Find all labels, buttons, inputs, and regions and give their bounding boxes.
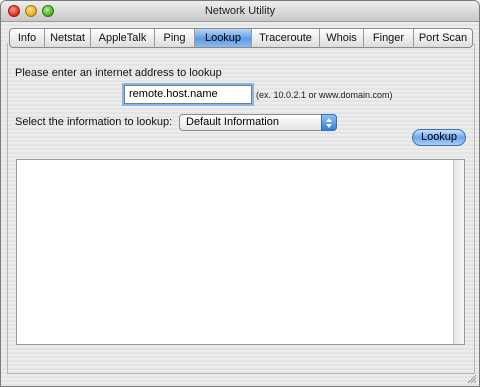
address-prompt-label: Please enter an internet address to look… bbox=[15, 67, 222, 79]
info-type-selected-value: Default Information bbox=[186, 116, 279, 128]
network-utility-window: Network Utility Info Netstat AppleTalk P… bbox=[0, 0, 480, 387]
tab-netstat[interactable]: Netstat bbox=[45, 29, 91, 47]
info-type-select[interactable]: Default Information bbox=[179, 114, 337, 131]
info-prompt-label: Select the information to lookup: bbox=[15, 116, 173, 128]
lookup-results-textarea[interactable] bbox=[16, 159, 465, 345]
tab-traceroute[interactable]: Traceroute bbox=[252, 29, 320, 47]
results-scrollbar[interactable] bbox=[453, 160, 464, 344]
window-title: Network Utility bbox=[204, 5, 276, 17]
tab-appletalk[interactable]: AppleTalk bbox=[91, 29, 155, 47]
tab-bar: Info Netstat AppleTalk Ping Lookup Trace… bbox=[9, 28, 473, 48]
tab-port-scan[interactable]: Port Scan bbox=[414, 29, 472, 47]
title-bar[interactable]: Network Utility bbox=[1, 1, 479, 22]
address-hint-label: (ex. 10.0.2.1 or www.domain.com) bbox=[256, 90, 393, 100]
address-input[interactable]: remote.host.name bbox=[124, 85, 252, 104]
popup-arrows-icon bbox=[321, 114, 337, 131]
tab-ping[interactable]: Ping bbox=[155, 29, 195, 47]
tab-lookup[interactable]: Lookup bbox=[195, 29, 252, 47]
tab-info[interactable]: Info bbox=[10, 29, 45, 47]
lookup-button[interactable]: Lookup bbox=[412, 129, 466, 146]
resize-grip-icon[interactable] bbox=[465, 372, 477, 384]
tab-whois[interactable]: Whois bbox=[320, 29, 364, 47]
tab-finger[interactable]: Finger bbox=[364, 29, 414, 47]
